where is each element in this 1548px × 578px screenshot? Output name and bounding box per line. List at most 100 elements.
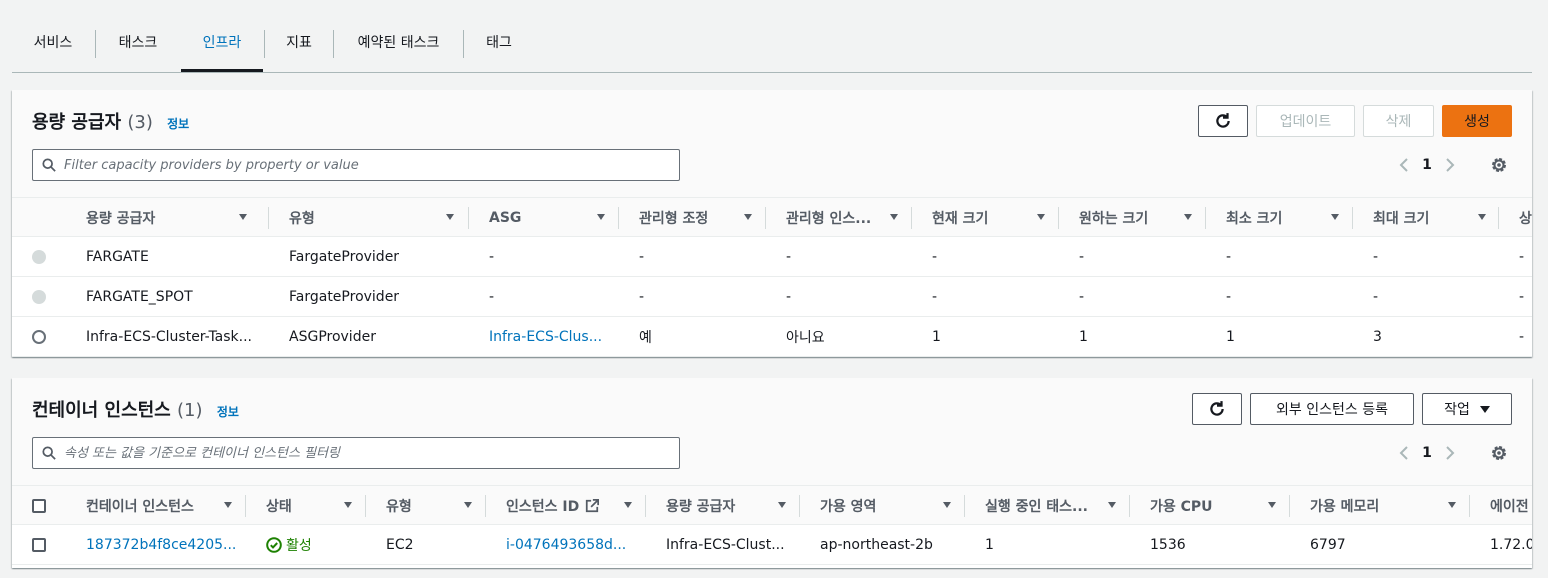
instance-filter-input[interactable]	[64, 445, 664, 461]
cell: 6797	[1310, 537, 1346, 553]
column-header[interactable]: 관리형 조정	[639, 198, 765, 238]
chevron-left-icon[interactable]	[1396, 157, 1412, 173]
table-row[interactable]: FARGATE_SPOT FargateProvider - - - - - -…	[12, 277, 1532, 317]
container-instances-title: 컨테이너 인스턴스 (1) 정보	[32, 396, 239, 422]
column-divider	[1352, 207, 1353, 229]
column-header[interactable]: 유형	[386, 486, 485, 526]
cell: EC2	[386, 537, 414, 553]
cell: -	[489, 289, 495, 305]
table-row[interactable]: Infra-ECS-Cluster-Task... ASGProvider In…	[12, 317, 1532, 357]
column-header[interactable]: 현재 크기	[932, 198, 1058, 238]
cell: -	[1373, 289, 1379, 305]
row-radio[interactable]	[32, 330, 46, 344]
column-header[interactable]: 용량 공급자	[86, 198, 260, 238]
sort-icon	[1331, 214, 1339, 220]
page-number[interactable]: 1	[1412, 157, 1442, 173]
container-instances-header: 컨테이너 인스턴스 (1) 정보 외부 인스턴스 등록 작업 1	[12, 378, 1532, 486]
page-number[interactable]: 1	[1412, 445, 1442, 461]
cell: 1	[985, 537, 994, 553]
select-all-checkbox[interactable]	[32, 499, 46, 513]
refresh-icon	[1216, 113, 1230, 128]
column-header[interactable]: 원하는 크기	[1079, 198, 1205, 238]
status-text: 활성	[286, 538, 312, 554]
refresh-button[interactable]	[1198, 105, 1248, 137]
sort-icon	[446, 214, 454, 220]
column-header[interactable]: ASG	[489, 198, 618, 238]
info-link[interactable]: 정보	[217, 405, 239, 419]
cell: ASGProvider	[289, 329, 376, 345]
column-header[interactable]: 최대 크기	[1373, 198, 1499, 238]
gear-icon[interactable]	[1489, 443, 1509, 463]
chevron-right-icon[interactable]	[1442, 445, 1458, 461]
column-header[interactable]: 인스턴스 ID	[506, 486, 645, 526]
column-header[interactable]: 용량 공급자	[666, 486, 799, 526]
count: (1)	[177, 400, 203, 421]
actions-dropdown[interactable]: 작업	[1422, 393, 1512, 425]
cell: -	[786, 289, 792, 305]
search-icon	[42, 446, 56, 460]
column-header[interactable]: 실행 중인 태스...	[985, 486, 1129, 526]
delete-button[interactable]: 삭제	[1363, 105, 1434, 137]
table-row[interactable]: 187372b4f8ce4205... 활성 EC2 i-0476493658d…	[12, 525, 1532, 565]
tab-scheduled-tasks[interactable]: 예약된 태스크	[334, 22, 463, 62]
register-external-instance-button[interactable]: 외부 인스턴스 등록	[1250, 393, 1414, 425]
cell: -	[639, 289, 645, 305]
table-header: 용량 공급자 유형 ASG 관리형 조정 관리형 인스... 현재 크기 원하는…	[12, 197, 1532, 237]
container-instance-link[interactable]: 187372b4f8ce4205...	[86, 525, 246, 565]
tab-services[interactable]: 서비스	[12, 22, 94, 62]
tab-metrics[interactable]: 지표	[265, 22, 333, 62]
column-header[interactable]: 컨테이너 인스턴스	[86, 486, 245, 526]
column-divider	[1129, 495, 1130, 517]
sort-icon	[890, 214, 898, 220]
chevron-left-icon[interactable]	[1396, 445, 1412, 461]
asg-link[interactable]: Infra-ECS-Clus...	[489, 317, 619, 357]
column-divider	[1289, 495, 1290, 517]
pagination: 1	[1396, 445, 1458, 461]
column-header[interactable]: 상태	[266, 486, 365, 526]
column-header[interactable]: 가용 CPU	[1150, 486, 1289, 526]
cell: -	[786, 249, 792, 265]
tab-infrastructure[interactable]: 인프라	[181, 22, 263, 62]
instance-filter[interactable]	[32, 437, 680, 469]
column-header[interactable]: 가용 영역	[820, 486, 964, 526]
capacity-filter-input[interactable]	[64, 157, 664, 173]
cell: -	[1373, 249, 1379, 265]
capacity-providers-panel: 용량 공급자 (3) 정보 업데이트 삭제 생성 1 용량 공급자 유형 ASG…	[12, 90, 1532, 357]
column-header[interactable]: 가용 메모리	[1310, 486, 1469, 526]
cell: 예	[639, 330, 652, 346]
row-checkbox[interactable]	[32, 538, 46, 552]
column-header[interactable]: 최소 크기	[1226, 198, 1352, 238]
pagination: 1	[1396, 157, 1458, 173]
cell: -	[1519, 249, 1525, 265]
sort-icon	[597, 214, 605, 220]
info-link[interactable]: 정보	[167, 117, 189, 131]
refresh-button[interactable]	[1192, 393, 1242, 425]
refresh-icon	[1210, 401, 1224, 416]
capacity-filter[interactable]	[32, 149, 680, 181]
column-header[interactable]: 상	[1519, 198, 1532, 238]
tab-tasks[interactable]: 태스크	[96, 22, 180, 62]
column-divider	[1498, 207, 1499, 229]
column-header[interactable]: 관리형 인스...	[786, 198, 911, 238]
table-header: 컨테이너 인스턴스 상태 유형 인스턴스 ID 용량 공급자 가용 영역 실행 …	[12, 485, 1532, 525]
row-radio	[32, 290, 46, 304]
gear-icon[interactable]	[1489, 155, 1509, 175]
external-link-icon	[586, 499, 600, 513]
cell: 3	[1373, 329, 1382, 345]
create-button[interactable]: 생성	[1442, 105, 1512, 137]
cell: 1	[932, 329, 941, 345]
table-row[interactable]: FARGATE FargateProvider - - - - - - - -	[12, 237, 1532, 277]
column-divider	[485, 495, 486, 517]
update-button[interactable]: 업데이트	[1256, 105, 1355, 137]
capacity-providers-title: 용량 공급자 (3) 정보	[32, 108, 189, 134]
count: (3)	[127, 112, 153, 133]
active-tab-indicator	[181, 69, 263, 72]
chevron-right-icon[interactable]	[1442, 157, 1458, 173]
column-header[interactable]: 유형	[289, 198, 467, 238]
instance-id-link[interactable]: i-0476493658d...	[506, 525, 641, 565]
cell: -	[639, 249, 645, 265]
column-header[interactable]: 에이전	[1490, 486, 1532, 526]
tab-tags[interactable]: 태그	[464, 22, 534, 62]
title-text: 용량 공급자	[32, 112, 122, 133]
status-cell: 활성	[266, 525, 365, 565]
